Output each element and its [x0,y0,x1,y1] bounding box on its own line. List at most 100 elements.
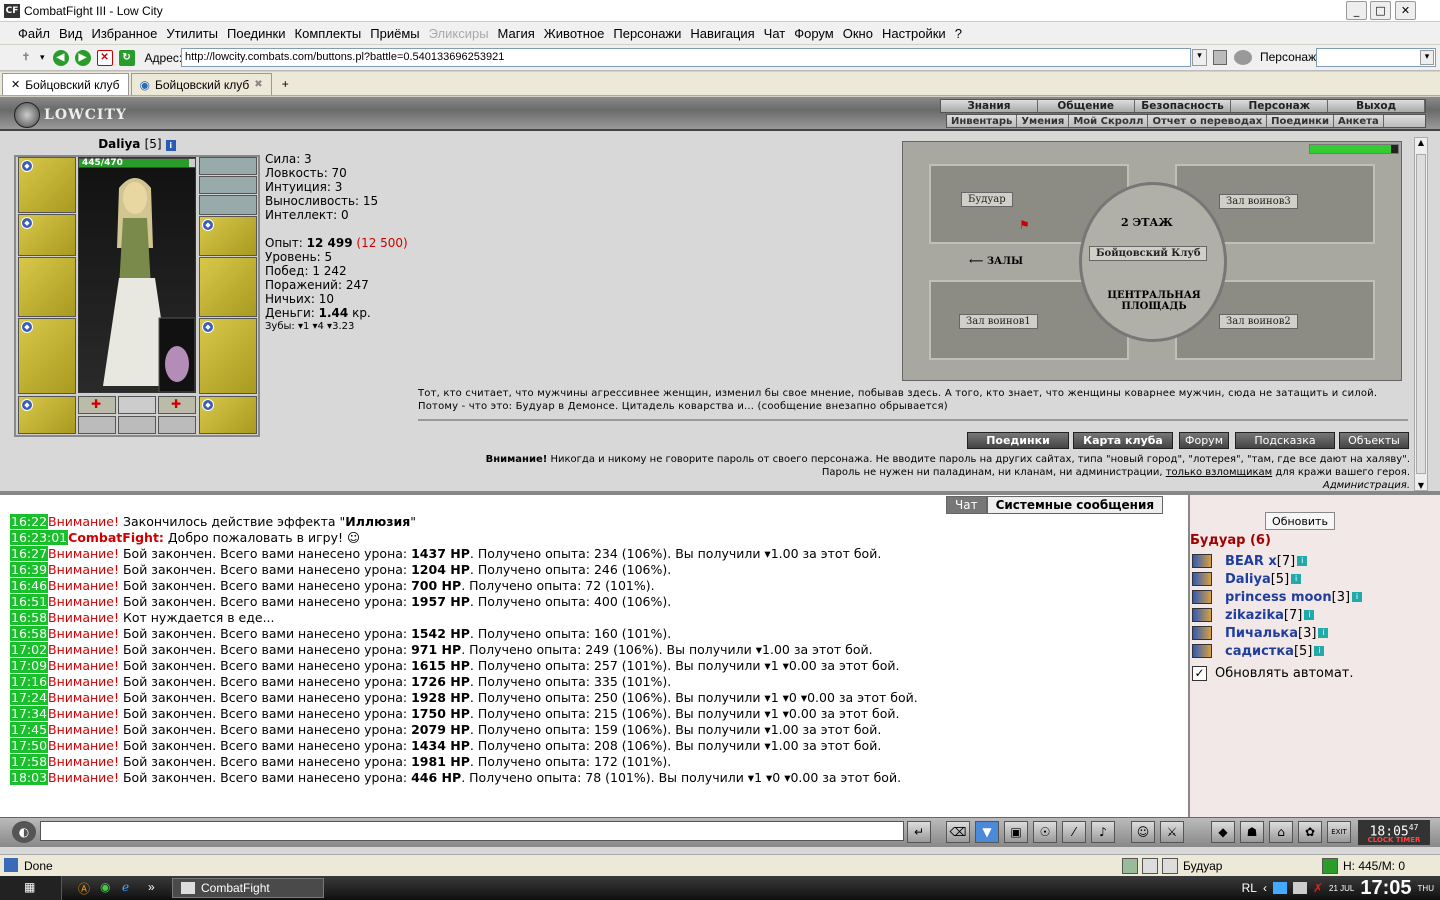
start-button[interactable]: ▦ [0,876,62,900]
player-name[interactable]: Daliya [1225,572,1271,587]
fighter-icon[interactable]: ☉ [1033,821,1057,843]
chat-sender[interactable]: Внимание! [48,674,119,689]
chat-sender[interactable]: Внимание! [48,722,119,737]
menu-item[interactable]: Персонажи [613,26,681,41]
tab-system-messages[interactable]: Системные сообщения [986,496,1164,514]
weapon-slot[interactable] [18,257,76,317]
rings-slot[interactable] [199,195,257,215]
earring-slot[interactable] [199,157,257,175]
chat-timestamp[interactable]: 16:46 [10,578,49,593]
info-icon[interactable]: i [1304,610,1315,620]
player-row[interactable]: BEAR x [7] i [1192,552,1308,570]
menu-item[interactable]: Поединки [227,26,286,41]
scroll-thumb[interactable] [1416,154,1426,474]
address-input[interactable]: http://lowcity.combats.com/buttons.pl?ba… [181,48,1191,67]
player-name[interactable]: princess moon [1225,590,1332,605]
ie-icon[interactable]: ℯ [122,880,129,894]
info-icon[interactable]: i [1291,574,1302,584]
hint-button[interactable]: Подсказка [1235,432,1335,449]
back-icon[interactable]: ◀ [52,49,69,66]
language-indicator[interactable]: RL [1242,881,1257,895]
chat-sender[interactable]: Внимание! [48,546,119,561]
potion-slot[interactable]: ✚ [78,396,116,414]
boots-slot[interactable]: ◆ [199,396,257,434]
menu-item[interactable]: Животное [544,26,605,41]
quicklaunch-icon-a[interactable]: Ⓐ [78,880,90,897]
subnav-item[interactable]: Отчет о переводах [1148,115,1268,127]
clan-icon[interactable]: ⚔ [1160,821,1184,843]
bracers-slot[interactable]: ◆ [18,214,76,256]
info-icon[interactable]: i [165,140,176,151]
info-icon[interactable]: i [1352,592,1363,602]
exit-button[interactable]: EXIT [1327,821,1351,843]
player-row[interactable]: Пичалька [3] i [1192,624,1329,642]
subnav-item[interactable]: Инвентарь [947,115,1018,127]
player-row[interactable]: Daliya [5] i [1192,570,1302,588]
status-icon-3[interactable] [1162,858,1178,874]
chat-sender[interactable]: Внимание! [48,578,119,593]
private-message-icon[interactable] [1192,572,1212,586]
private-message-icon[interactable] [1192,626,1212,640]
scroll-slot[interactable] [118,416,156,434]
refresh-button[interactable]: Обновить [1265,512,1335,530]
private-message-icon[interactable] [1192,590,1212,604]
scroll-down-icon[interactable]: ▼ [1415,481,1427,490]
filter-icon[interactable]: ▼ [975,821,999,843]
tab-active[interactable]: ✕ Бойцовский клуб [2,73,129,95]
forum-button[interactable]: Форум [1179,432,1229,449]
status-icon-2[interactable] [1142,858,1158,874]
group-icon[interactable]: ☗ [1240,821,1264,843]
potion-slot[interactable]: ✚ [158,396,196,414]
new-tab-button[interactable]: + [274,73,297,95]
character-name-text[interactable]: Daliya [98,137,140,151]
player-row[interactable]: садистка [5] i [1192,642,1325,660]
menu-item[interactable]: Магия [498,26,535,41]
nav-item[interactable]: Общение [1038,100,1135,112]
chat-sender[interactable]: Внимание! [48,610,119,625]
save-icon[interactable]: ▣ [1004,821,1028,843]
dropdown-icon[interactable]: ▾ [40,52,45,63]
chat-timestamp[interactable]: 16:22 [10,514,49,529]
menu-item[interactable]: Комплекты [295,26,362,41]
minimize-button[interactable]: _ [1346,1,1367,20]
nav-item[interactable]: Персонаж [1231,100,1329,112]
info-icon[interactable]: i [1318,628,1329,638]
chat-timestamp[interactable]: 17:09 [10,658,49,673]
tab-second[interactable]: ◉ Бойцовский клуб ✖ [130,73,272,95]
status-icon-1[interactable] [1122,858,1138,874]
belt-slot[interactable]: ◆ [18,396,76,434]
private-message-icon[interactable] [1192,608,1212,622]
quicklaunch-more-icon[interactable]: » [148,880,155,894]
menu-item[interactable]: ? [955,26,962,41]
sound-icon[interactable]: ♪ [1091,821,1115,843]
tab-chat[interactable]: Чат [946,496,987,514]
player-name[interactable]: садистка [1225,644,1294,659]
chat-sender[interactable]: CombatFight: [68,530,164,545]
info-icon[interactable]: i [1297,556,1308,566]
location-scrollbar[interactable]: ▲ ▼ [1414,137,1428,491]
info-icon[interactable]: i [1314,646,1325,656]
warning-link[interactable]: только взломщикам [1166,467,1272,478]
chat-sender[interactable]: Внимание! [48,562,119,577]
chat-sender[interactable]: Внимание! [48,642,119,657]
chat-sender[interactable]: Внимание! [48,690,119,705]
player-row[interactable]: zikazika [7] i [1192,606,1315,624]
chat-timestamp[interactable]: 17:58 [10,754,49,769]
scroll-up-icon[interactable]: ▲ [1415,138,1427,147]
empty-slot[interactable] [118,396,156,414]
subnav-item[interactable]: Анкета [1334,115,1384,127]
chat-timestamp[interactable]: 17:24 [10,690,49,705]
club-map-button[interactable]: Карта клуба [1073,432,1173,449]
tray-icon-network[interactable] [1272,882,1287,894]
address-dropdown-icon[interactable]: ▾ [1192,49,1207,66]
chrome-icon[interactable]: ◉ [100,880,110,894]
close-tab-icon[interactable]: ✖ [254,79,262,90]
chat-timestamp[interactable]: 17:45 [10,722,49,737]
speaker-icon[interactable]: ◐ [12,821,36,843]
send-icon[interactable]: ↵ [907,821,931,843]
chat-sender[interactable]: Внимание! [48,706,119,721]
menu-item[interactable]: Окно [843,26,873,41]
nav-item[interactable]: Безопасность [1135,100,1232,112]
chat-sender[interactable]: Внимание! [48,658,119,673]
gloves-slot[interactable]: ◆ [199,216,257,256]
